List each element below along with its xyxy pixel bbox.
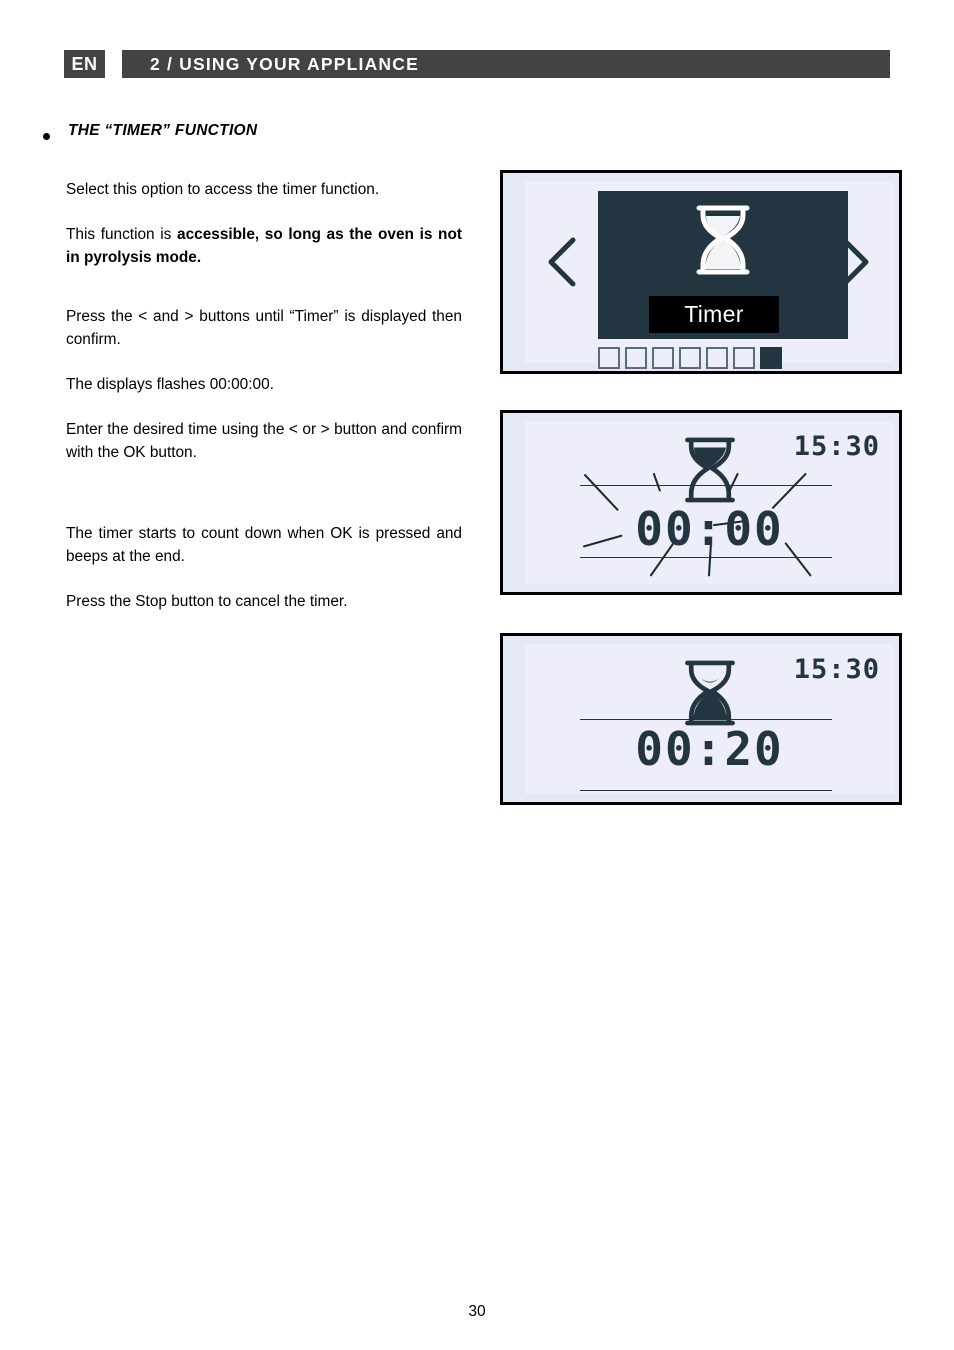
separator-line-bottom [580,557,832,558]
panel-inner-surface: 15:30 00:00 [525,421,894,584]
paragraph-stop-button: Press the Stop button to cancel the time… [66,593,348,610]
paragraph-press-buttons: Press the < and > buttons until “Timer” … [66,308,462,348]
clock-display: 15:30 [793,431,880,462]
page-indicator-dot[interactable] [706,347,728,369]
clock-display: 15:30 [793,654,880,685]
paragraph-intro: Select this option to access the timer f… [66,181,380,198]
language-badge: EN [64,50,105,78]
hourglass-icon [690,203,756,282]
section-title: THE “TIMER” FUNCTION [68,122,258,139]
section-heading: THE “TIMER” FUNCTION [40,122,500,146]
timer-value-display: 00:00 [635,502,784,556]
display-panel-timer-entry: 15:30 00:00 [500,410,902,595]
separator-line-top [580,485,832,486]
paragraph-countdown: The timer starts to count down when OK i… [66,525,462,565]
page-header: EN 2 / USING YOUR APPLIANCE [64,50,890,78]
display-panel-timer-countdown: 15:30 00:20 [500,633,902,805]
page-indicator-dot[interactable] [598,347,620,369]
page-indicator [598,347,782,369]
panel-inner-surface: 15:30 00:20 [525,644,894,794]
timer-value-display: 00:20 [635,722,784,776]
paragraph-enter-time: Enter the desired time using the < or > … [66,421,462,461]
display-panel-timer-selection: Timer [500,170,902,374]
panel-inner-surface: Timer [525,181,894,369]
hourglass-icon [679,435,741,510]
paragraph-accessibility-prefix: This function is [66,226,178,243]
page-indicator-dot[interactable] [679,347,701,369]
chapter-title-bar: 2 / USING YOUR APPLIANCE [122,50,890,78]
chevron-left-icon[interactable] [545,236,579,288]
instruction-text-column: Select this option to access the timer f… [66,178,462,613]
page-title: 2 / USING YOUR APPLIANCE [150,53,419,74]
page-indicator-dot[interactable] [652,347,674,369]
oven-display-screen: Timer [598,191,848,339]
paragraph-accessibility: This function is accessible, so long as … [66,223,462,269]
page-indicator-dot-active[interactable] [760,347,782,369]
bullet-dot-icon [43,133,50,140]
page-indicator-dot[interactable] [625,347,647,369]
page-indicator-dot[interactable] [733,347,755,369]
separator-line-top [580,719,832,720]
paragraph-display-flashes: The displays flashes 00:00:00. [66,376,274,393]
timer-label-text: Timer [684,301,744,327]
timer-label-box: Timer [649,296,779,333]
page-number: 30 [468,1303,486,1320]
separator-line-bottom [580,790,832,791]
